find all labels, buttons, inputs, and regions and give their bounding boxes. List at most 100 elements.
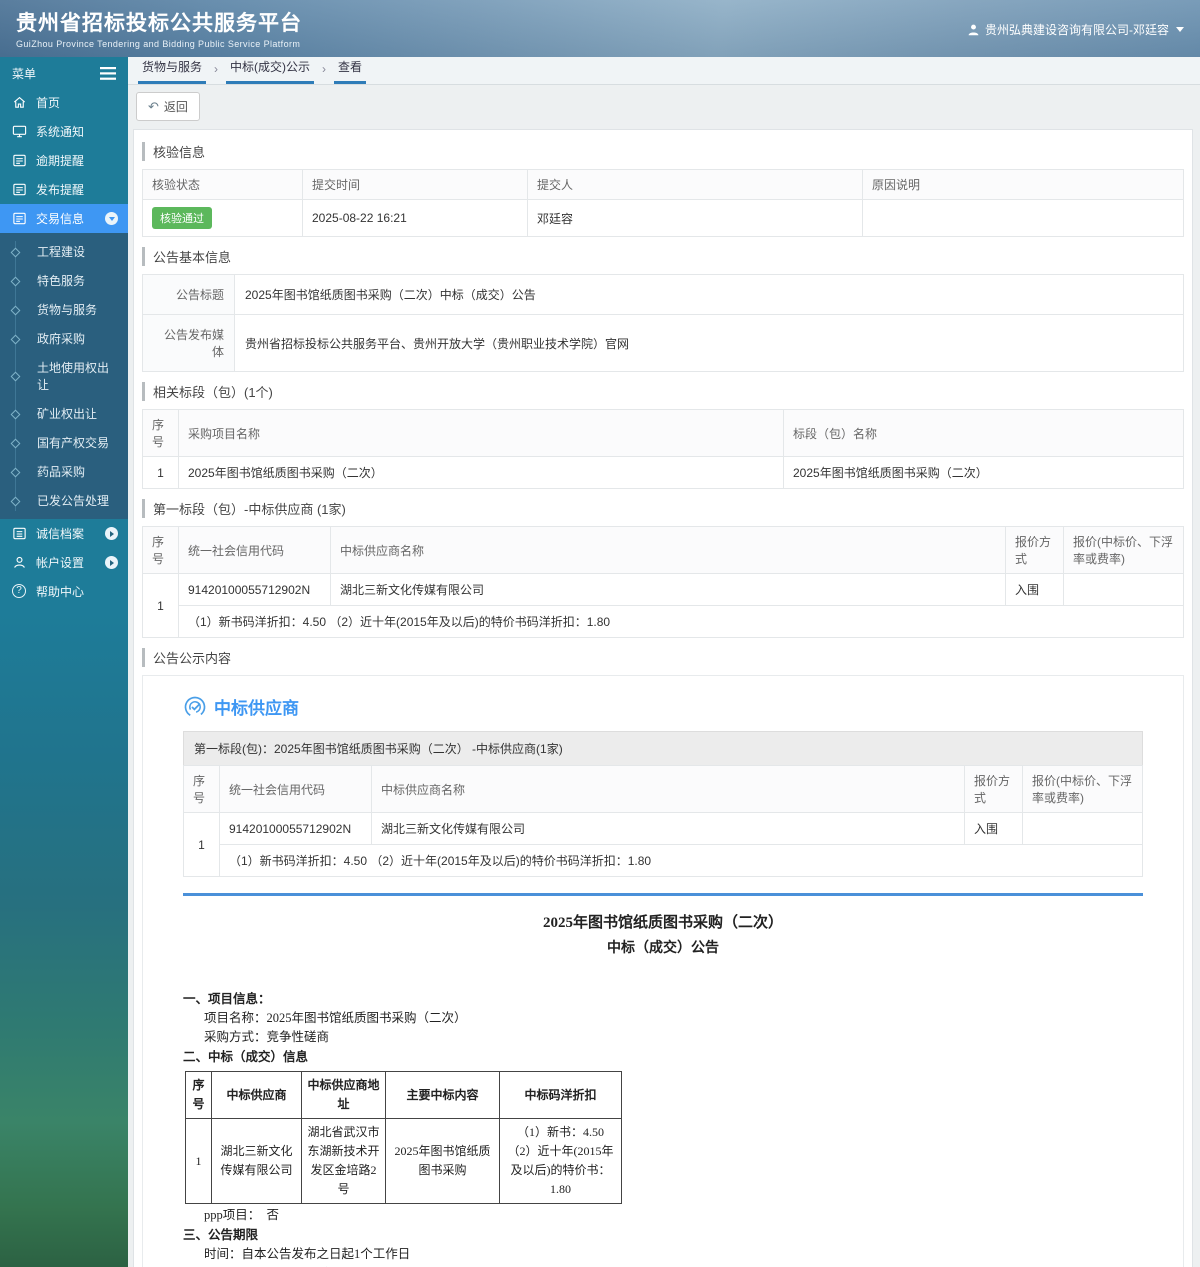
supplier-name: 湖北三新文化传媒有限公司: [211, 1118, 302, 1204]
submenu-item-state-property[interactable]: 国有产权交易: [0, 428, 128, 457]
sidebar-item-credit-archive[interactable]: 诚信档案: [0, 519, 128, 548]
col-header: 中标供应商名称: [330, 526, 1006, 574]
hamburger-icon[interactable]: [100, 67, 116, 80]
table-row: 公告发布媒体 贵州省招标投标公共服务平台、贵州开放大学（贵州职业技术学院）官网: [142, 314, 1184, 372]
back-button[interactable]: ↶ 返回: [136, 92, 200, 121]
submenu-item-published-notices[interactable]: 已发公告处理: [0, 486, 128, 515]
user-icon: [967, 23, 980, 36]
doc-line: ppp项目： 否: [204, 1208, 280, 1222]
announcement-table: 公告标题 2025年图书馆纸质图书采购（二次）中标（成交）公告 公告发布媒体 贵…: [142, 274, 1184, 372]
sidebar-item-help-center[interactable]: ? 帮助中心: [0, 577, 128, 606]
col-header: 序号: [142, 526, 179, 574]
doc-title: 2025年图书馆纸质图书采购（二次）: [542, 915, 783, 931]
col-header: 报价方式: [964, 765, 1023, 813]
table-row: （1）新书码洋折扣：4.50 （2）近十年(2015年及以后)的特价书码洋折扣：…: [184, 844, 1143, 877]
user-name: 贵州弘典建设咨询有限公司-邓廷容: [985, 23, 1169, 37]
submit-time: 2025-08-22 16:21: [302, 199, 528, 237]
col-header: 采购项目名称: [178, 409, 784, 457]
back-button-label: 返回: [163, 100, 188, 114]
discount-line: （2）近十年(2015年及以后)的特价书：1.80: [507, 1144, 614, 1196]
menu-title: 菜单: [12, 67, 37, 81]
detail-card: 核验信息 核验状态 提交时间 提交人 原因说明 核验通过 2025-08-22 …: [133, 129, 1193, 1267]
section-title-winner: 第一标段（包）-中标供应商 (1家): [142, 499, 1184, 518]
submenu-item-land-use[interactable]: 土地使用权出让: [0, 353, 128, 399]
col-header: 核验状态: [142, 169, 303, 200]
user-menu[interactable]: 贵州弘典建设咨询有限公司-邓廷容: [967, 21, 1184, 38]
doc-heading: 二、中标（成交）信息: [183, 1050, 309, 1064]
sidebar-item-system-notice[interactable]: 系统通知: [0, 117, 128, 146]
sidebar-item-publish-reminder[interactable]: 发布提醒: [0, 175, 128, 204]
sidebar-item-home[interactable]: 首页: [0, 88, 128, 117]
document-icon: [12, 211, 27, 226]
divider: [183, 893, 1143, 896]
page-subtitle: GuiZhou Province Tendering and Bidding P…: [16, 39, 301, 49]
doc-heading: 三、公告期限: [183, 1228, 259, 1242]
announcement-content-box: 中标供应商 第一标段(包)：2025年图书馆纸质图书采购（二次） -中标供应商(…: [142, 675, 1184, 1267]
breadcrumb-view[interactable]: 查看: [334, 57, 367, 84]
col-header: 中标供应商: [211, 1071, 302, 1119]
quote-price: [1022, 812, 1143, 845]
breadcrumb-separator: ›: [322, 62, 327, 76]
submenu-item-gov-procurement[interactable]: 政府采购: [0, 324, 128, 353]
col-header: 序号: [183, 765, 220, 813]
row-no: 1: [185, 1118, 212, 1204]
row-no: 1: [142, 573, 179, 638]
sidebar-item-label: 系统通知: [36, 125, 85, 139]
col-header: 序号: [185, 1071, 212, 1119]
chevron-down-icon: [1176, 27, 1184, 32]
table-row: 公告标题 2025年图书馆纸质图书采购（二次）中标（成交）公告: [142, 274, 1184, 315]
doc-heading: 一、项目信息：: [183, 992, 271, 1006]
document-icon: [12, 182, 27, 197]
submenu-item-mining-rights[interactable]: 矿业权出让: [0, 399, 128, 428]
table-row: 1 91420100055712902N 湖北三新文化传媒有限公司 入围: [183, 812, 1143, 877]
discount-note: （1）新书码洋折扣：4.50 （2）近十年(2015年及以后)的特价书码洋折扣：…: [219, 844, 1143, 877]
doc-line: 采购方式：竞争性磋商: [204, 1030, 330, 1044]
sidebar-item-overdue-reminder[interactable]: 逾期提醒: [0, 146, 128, 175]
submenu-item-goods-services[interactable]: 货物与服务: [0, 295, 128, 324]
table-row: 1 湖北三新文化传媒有限公司 湖北省武汉市东湖新技术开发区金培路2号 2025年…: [185, 1118, 622, 1204]
document-icon: [12, 153, 27, 168]
submenu-item-special-service[interactable]: 特色服务: [0, 266, 128, 295]
col-header: 报价方式: [1005, 526, 1064, 574]
doc-line: 时间：自本公告发布之日起1个工作日: [204, 1247, 411, 1261]
sidebar-item-account-settings[interactable]: 帐户设置: [0, 548, 128, 577]
sidebar-item-label: 发布提醒: [36, 183, 85, 197]
submenu-item-engineering[interactable]: 工程建设: [0, 237, 128, 266]
row-no: 1: [142, 456, 179, 489]
winner-heading: 中标供应商: [214, 699, 299, 718]
trade-info-submenu: 工程建设 特色服务 货物与服务 政府采购 土地使用权出让 矿业权出让 国有产权交…: [0, 233, 128, 519]
chevron-down-icon: [105, 212, 118, 225]
project-name: 2025年图书馆纸质图书采购（二次）: [178, 456, 784, 489]
package-bar: 第一标段(包)：2025年图书馆纸质图书采购（二次） -中标供应商(1家): [183, 731, 1143, 766]
supplier-name: 湖北三新文化传媒有限公司: [330, 573, 1006, 606]
home-icon: [12, 95, 27, 110]
col-header: 统一社会信用代码: [178, 526, 331, 574]
col-header: 序号: [142, 409, 179, 457]
section-title-verification: 核验信息: [142, 142, 1184, 161]
breadcrumb-goods-services[interactable]: 货物与服务: [138, 57, 207, 84]
col-header: 报价(中标价、下浮率或费率): [1063, 526, 1184, 574]
table-row: （1）新书码洋折扣：4.50 （2）近十年(2015年及以后)的特价书码洋折扣：…: [143, 605, 1184, 638]
submitter: 邓廷容: [527, 199, 863, 237]
sidebar-item-label: 帐户设置: [36, 556, 85, 570]
winner-table: 序号 统一社会信用代码 中标供应商名称 报价方式 报价(中标价、下浮率或费率) …: [142, 526, 1184, 638]
sidebar-item-label: 交易信息: [36, 212, 85, 226]
award-content: 2025年图书馆纸质图书采购: [385, 1118, 500, 1204]
col-header: 中标码洋折扣: [499, 1071, 622, 1119]
announcement-title-value: 2025年图书馆纸质图书采购（二次）中标（成交）公告: [234, 274, 1184, 315]
submenu-item-drug-procurement[interactable]: 药品采购: [0, 457, 128, 486]
brand: 贵州省招标投标公共服务平台 GuiZhou Province Tendering…: [16, 7, 302, 49]
section-title-content: 公告公示内容: [142, 648, 1184, 667]
sidebar-item-trade-info[interactable]: 交易信息: [0, 204, 128, 233]
field-label: 公告发布媒体: [142, 314, 235, 372]
supplier-address: 湖北省武汉市东湖新技术开发区金培路2号: [301, 1118, 386, 1204]
credit-code: 91420100055712902N: [219, 812, 372, 845]
col-header: 提交人: [527, 169, 863, 200]
breadcrumb-award-publicity[interactable]: 中标(成交)公示: [226, 57, 315, 84]
credit-code: 91420100055712902N: [178, 573, 331, 606]
col-header: 中标供应商地址: [301, 1071, 386, 1119]
status-badge: 核验通过: [152, 207, 212, 229]
table-row: 1 91420100055712902N 湖北三新文化传媒有限公司 入围: [142, 573, 1184, 638]
related-packages-table: 序号 采购项目名称 标段（包）名称 1 2025年图书馆纸质图书采购（二次） 2…: [142, 409, 1184, 489]
announcement-media-value: 贵州省招标投标公共服务平台、贵州开放大学（贵州职业技术学院）官网: [234, 314, 1184, 372]
